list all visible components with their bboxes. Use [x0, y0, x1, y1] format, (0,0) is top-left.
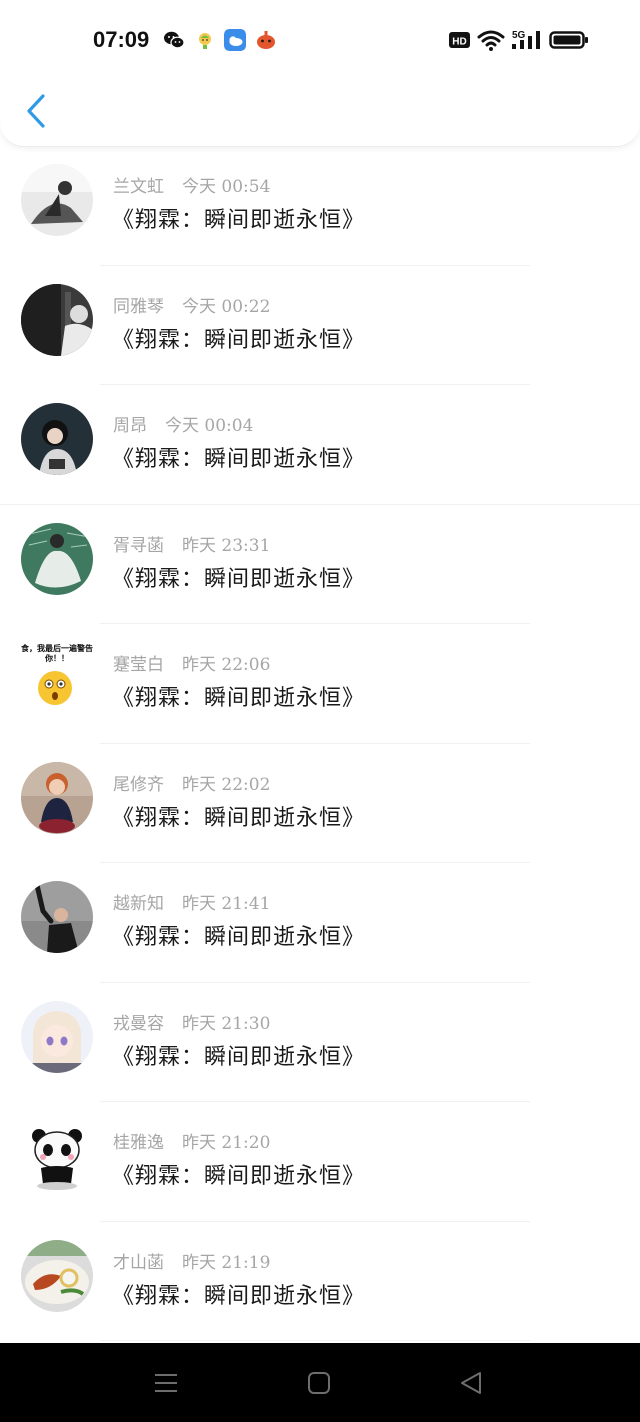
- status-time: 07:09: [93, 27, 150, 52]
- message-text: 《翔霖：瞬间即逝永恒》: [112, 447, 366, 472]
- message-text: 《翔霖：瞬间即逝永恒》: [112, 1164, 366, 1189]
- sender-name: 兰文虹: [113, 177, 164, 197]
- message-time: 昨天 23:31: [182, 535, 271, 556]
- message-text: 《翔霖：瞬间即逝永恒》: [112, 1283, 366, 1309]
- message-text: 《翔霖：瞬间即逝永恒》: [112, 327, 366, 353]
- 5g-signal-icon: 5G: [512, 30, 540, 49]
- message-text: 《翔霖：瞬间即逝永恒》: [112, 566, 366, 592]
- message-text: 《翔霖：瞬间即逝永恒》: [112, 1044, 366, 1070]
- list-item[interactable]: 兰文虹 今天 00:54 《翔霖：瞬间即逝永恒》: [0, 146, 640, 266]
- avatar[interactable]: [21, 403, 93, 475]
- list-item[interactable]: 胥寻菡 昨天 23:31 《翔霖：瞬间即逝永恒》: [0, 505, 640, 624]
- message-list: 兰文虹 今天 00:54 《翔霖：瞬间即逝永恒》 同雅琴 今天 00:22 《翔霖：…: [0, 146, 640, 1341]
- list-item[interactable]: 食，我最后一遍警告你！！ 蹇莹白 昨天 22:06 《翔霖：瞬间即逝永恒》: [0, 624, 640, 744]
- avatar[interactable]: [21, 164, 93, 236]
- message-time: 今天 00:54: [182, 177, 271, 197]
- menu-icon[interactable]: [151, 1368, 181, 1398]
- message-text: 《翔霖：瞬间即逝永恒》: [112, 925, 366, 950]
- avatar[interactable]: [21, 1000, 93, 1073]
- avatar[interactable]: [21, 283, 93, 356]
- message-time: 今天 00:22: [182, 296, 271, 317]
- game-icon: [257, 31, 275, 49]
- message-time: 昨天 21:20: [182, 1133, 271, 1153]
- top-bar: 07:09 HD 5G: [0, 0, 640, 147]
- list-item[interactable]: 同雅琴 今天 00:22 《翔霖：瞬间即逝永恒》: [0, 266, 640, 385]
- wifi-icon: [477, 30, 505, 51]
- avatar[interactable]: [21, 761, 93, 834]
- avatar[interactable]: [21, 1120, 93, 1192]
- avatar[interactable]: 食，我最后一遍警告你！！: [21, 642, 93, 714]
- message-text: 《翔霖：瞬间即逝永恒》: [112, 208, 366, 233]
- list-item[interactable]: 周昂 今天 00:04 《翔霖：瞬间即逝永恒》: [0, 385, 640, 505]
- hd-icon: HD: [449, 32, 470, 48]
- sticker-text: 食，我最后一遍警告你！！: [21, 644, 93, 663]
- avatar[interactable]: [21, 522, 93, 595]
- message-time: 昨天 21:41: [182, 894, 271, 914]
- back-triangle-icon[interactable]: [457, 1368, 487, 1398]
- hd-label: HD: [452, 37, 466, 48]
- list-item[interactable]: 桂雅逸 昨天 21:20 《翔霖：瞬间即逝永恒》: [0, 1102, 640, 1222]
- sender-name: 胥寻菡: [113, 535, 164, 556]
- list-item[interactable]: 才山菡 昨天 21:19 《翔霖：瞬间即逝永恒》: [0, 1222, 640, 1341]
- navigation-bar: [0, 1343, 640, 1422]
- message-text: 《翔霖：瞬间即逝永恒》: [112, 686, 366, 711]
- sender-name: 同雅琴: [113, 296, 164, 317]
- sprout-icon: [199, 33, 211, 49]
- network-label: 5G: [512, 30, 526, 41]
- wechat-icon: [164, 31, 185, 49]
- sender-name: 才山菡: [113, 1252, 164, 1273]
- battery-icon: [549, 31, 588, 49]
- sender-name: 桂雅逸: [113, 1133, 164, 1153]
- message-time: 昨天 22:02: [182, 774, 271, 795]
- sender-name: 蹇莹白: [113, 655, 164, 675]
- avatar[interactable]: [21, 1239, 93, 1312]
- message-time: 昨天 21:19: [182, 1252, 271, 1273]
- avatar[interactable]: [21, 881, 93, 953]
- chevron-left-icon[interactable]: [22, 92, 52, 130]
- home-icon[interactable]: [304, 1368, 334, 1398]
- weather-icon: [224, 29, 246, 51]
- sender-name: 尾修齐: [113, 774, 164, 795]
- message-time: 昨天 21:30: [182, 1013, 271, 1034]
- list-item[interactable]: 越新知 昨天 21:41 《翔霖：瞬间即逝永恒》: [0, 863, 640, 983]
- sender-name: 戎曼容: [113, 1013, 164, 1034]
- list-item[interactable]: 戎曼容 昨天 21:30 《翔霖：瞬间即逝永恒》: [0, 983, 640, 1102]
- sender-name: 周昂: [113, 416, 147, 436]
- message-time: 昨天 22:06: [182, 655, 271, 675]
- list-item[interactable]: 尾修齐 昨天 22:02 《翔霖：瞬间即逝永恒》: [0, 744, 640, 863]
- message-time: 今天 00:04: [165, 416, 254, 436]
- sender-name: 越新知: [113, 894, 164, 914]
- divider: [100, 1340, 530, 1341]
- message-text: 《翔霖：瞬间即逝永恒》: [112, 805, 366, 831]
